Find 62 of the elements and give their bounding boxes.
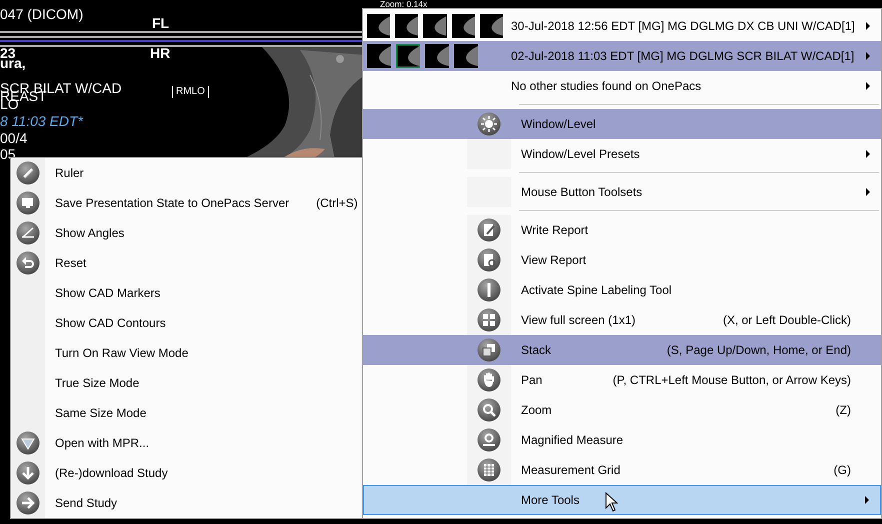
study-menu-item[interactable]: No other studies found on OnePacs	[363, 71, 881, 101]
undo-icon	[16, 251, 40, 275]
overlay-text: FL	[152, 16, 170, 30]
menu-item[interactable]: Measurement Grid (G)	[363, 455, 881, 485]
download-icon	[16, 461, 40, 485]
ruler-icon	[16, 161, 40, 185]
thumbnail[interactable]	[395, 14, 418, 38]
menu-item[interactable]: Save Presentation State to OnePacs Server (Ctrl+S)	[11, 188, 362, 218]
menu-item[interactable]: Turn On Raw View Mode	[11, 338, 362, 368]
document-pencil-icon	[477, 218, 501, 242]
overlay-text: 23	[0, 46, 16, 60]
document-icon	[477, 248, 501, 272]
menu-item[interactable]: Send Study	[11, 488, 362, 518]
send-icon	[16, 491, 40, 515]
thumbnail[interactable]	[396, 44, 420, 68]
menu-item[interactable]: Pan (P, CTRL+Left Mouse Button, or Arrow Keys)	[363, 365, 881, 395]
monitor-icon	[16, 191, 40, 215]
thumbnail[interactable]	[454, 44, 478, 68]
menu-item[interactable]: Window/Level Presets	[363, 139, 881, 169]
overlay-text: 00/4	[0, 131, 28, 145]
menu-item[interactable]: Window/Level	[363, 109, 881, 139]
grid-icon	[477, 308, 501, 332]
overlay-text: HR	[150, 46, 170, 60]
stack-icon	[477, 338, 501, 362]
thumbnail[interactable]	[425, 44, 449, 68]
menu-item[interactable]: Write Report	[363, 215, 881, 245]
hand-icon	[477, 368, 501, 392]
menu-item[interactable]: Activate Spine Labeling Tool	[363, 275, 881, 305]
overlay-text: 047 (DICOM)	[0, 7, 84, 21]
grid-table-icon	[477, 458, 501, 482]
spine-icon	[477, 278, 501, 302]
menu-item[interactable]: Ruler	[11, 158, 362, 188]
menu-item[interactable]: Same Size Mode	[11, 398, 362, 428]
menu-item[interactable]: View full screen (1x1) (X, or Left Double-Click)	[363, 305, 881, 335]
search-icon	[477, 398, 501, 422]
thumbnail[interactable]	[367, 44, 391, 68]
magnifier-icon	[477, 428, 501, 452]
menu-item[interactable]: Show CAD Contours	[11, 308, 362, 338]
menu-item[interactable]: Reset	[11, 248, 362, 278]
thumbnail[interactable]	[480, 14, 504, 38]
mpr-icon	[16, 431, 40, 455]
thumbnail[interactable]	[423, 14, 447, 38]
menu-item[interactable]: (Re-)download Study	[11, 458, 362, 488]
sun-icon	[477, 112, 501, 136]
thumbnail[interactable]	[452, 14, 475, 38]
menu-item[interactable]: Open with MPR...	[11, 428, 362, 458]
study-menu-item[interactable]: 02-Jul-2018 11:03 EDT [MG] MG DGLMG SCR BILAT W/CAD[1]	[363, 41, 881, 71]
menu-item[interactable]: More Tools	[363, 485, 881, 515]
menu-item[interactable]: True Size Mode	[11, 368, 362, 398]
menu-item[interactable]: Stack (S, Page Up/Down, Home, or End)	[363, 335, 881, 365]
menu-item[interactable]: Mouse Button Toolsets	[363, 177, 881, 207]
overlay-text: 8 11:03 EDT*	[0, 114, 84, 128]
angle-icon	[16, 221, 40, 245]
study-menu-item[interactable]: 30-Jul-2018 12:56 EDT [MG] MG DGLMG DX CB UNI W/CAD[1]	[363, 11, 881, 41]
overlay-text: Zoom: 0.14x	[380, 0, 428, 8]
menu-item[interactable]: Show Angles	[11, 218, 362, 248]
menu-item[interactable]: Zoom (Z)	[363, 395, 881, 425]
menu-item[interactable]: Magnified Measure	[363, 425, 881, 455]
menu-item[interactable]: View Report	[363, 245, 881, 275]
menu-item[interactable]: Show CAD Markers	[11, 278, 362, 308]
mouse-cursor-icon	[605, 492, 619, 512]
thumbnail[interactable]	[367, 14, 390, 38]
